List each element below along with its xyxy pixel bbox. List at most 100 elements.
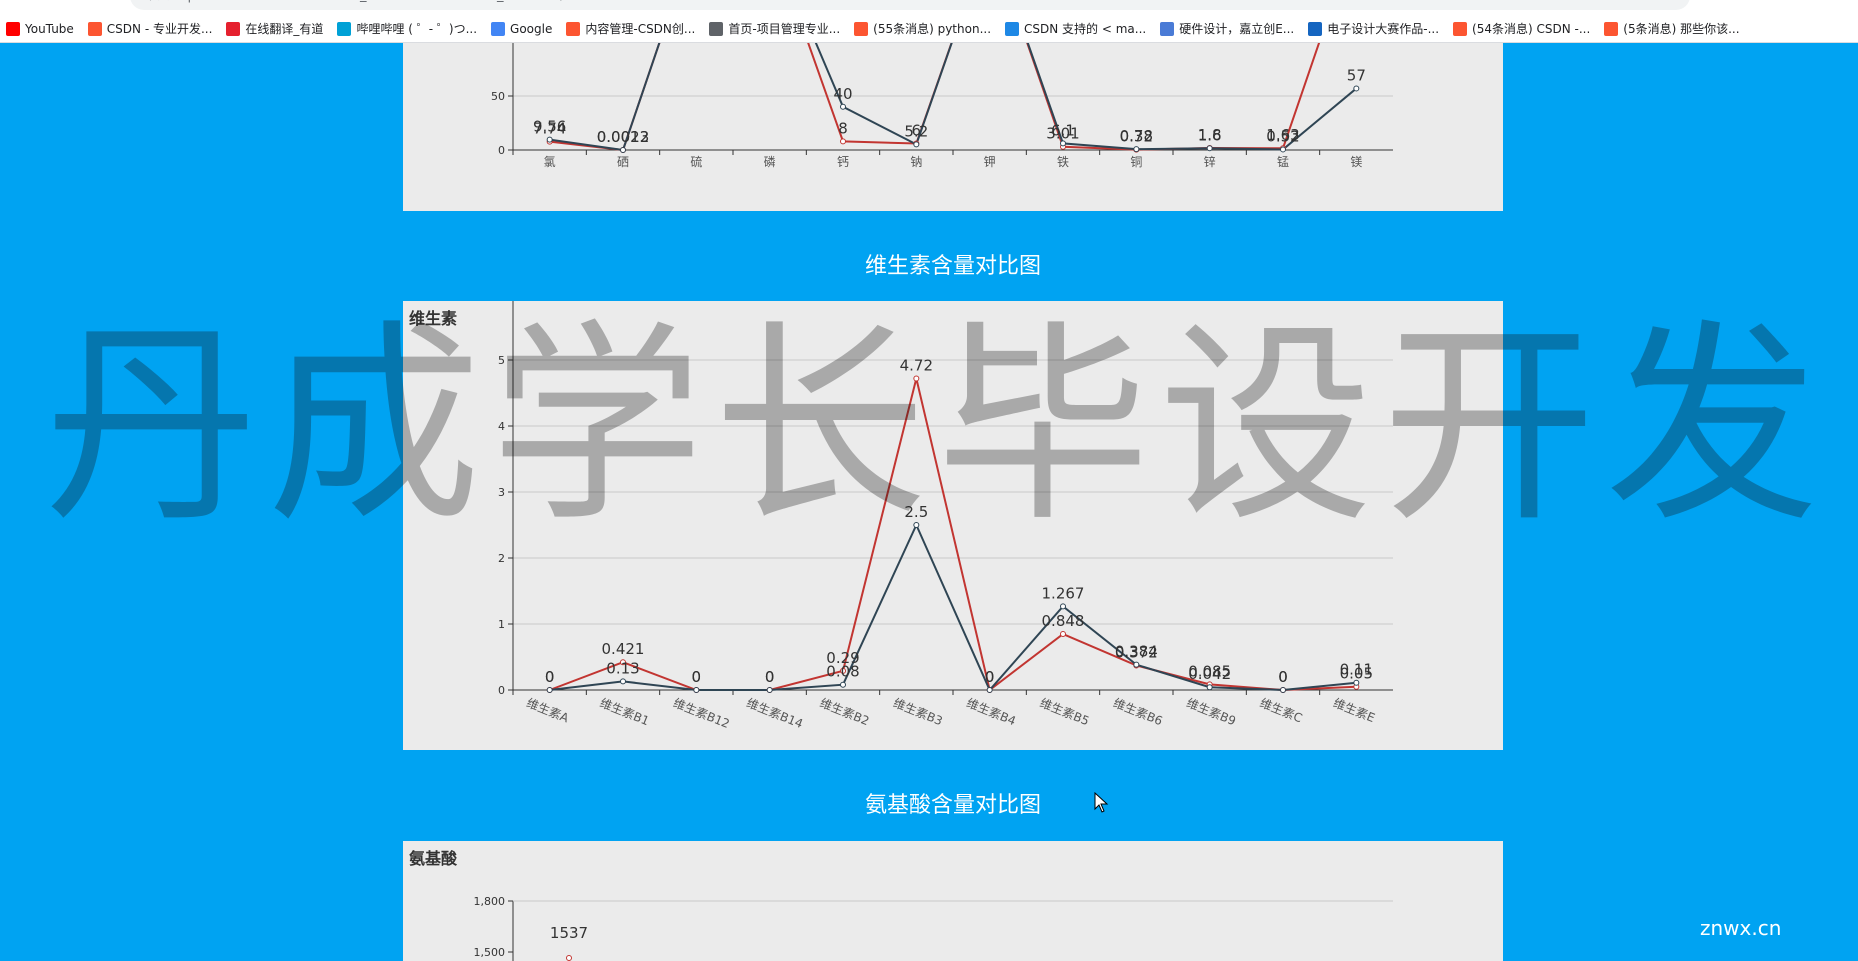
y-tick-label: 1 — [498, 618, 505, 631]
browser-chrome: ← → ⟳ ⌂ 不安全 | 192.168.1.2:8081/#/food_co… — [0, 0, 1858, 43]
data-point — [546, 687, 553, 693]
bookmark-label: 哔哩哔哩 ( ゜- ゜)つ... — [356, 22, 478, 36]
home-icon[interactable]: ⌂ — [100, 0, 109, 4]
address-bar[interactable]: 不安全 | 192.168.1.2:8081/#/food_contrast/r… — [130, 0, 1690, 10]
x-tick-label: 维生素E — [1331, 696, 1377, 725]
amino-acid-chart: 1,500 1,800 1537 — [474, 895, 1393, 961]
data-label: 0.0022 — [597, 128, 650, 146]
data-point — [1060, 140, 1066, 147]
forward-icon[interactable]: → — [40, 0, 52, 4]
bookmark-item[interactable]: (54条消息) CSDN -... — [1453, 20, 1590, 37]
x-tick-label: 维生素B4 — [965, 696, 1018, 728]
x-tick-label: 镁 — [1350, 155, 1362, 169]
data-point — [1060, 603, 1066, 610]
google-icon — [491, 21, 506, 36]
amino-acid-section-title: 氨基酸含量对比图 — [864, 793, 1041, 818]
data-label: 0.11 — [1340, 661, 1373, 679]
x-tick-label: 维生素B12 — [671, 696, 731, 731]
bookmark-label: YouTube — [25, 21, 74, 36]
x-tick-label: 铁 — [1057, 155, 1069, 169]
data-label: 0.042 — [1188, 665, 1231, 683]
csdn-icon — [1453, 21, 1468, 36]
vitamin-chart: 0 1 2 3 4 5 维生素A 维生素B1 维生素B12 维生素B14 维生素B2 维生素B3 维生素… — [498, 301, 1393, 731]
x-tick-label: 维生素B2 — [818, 696, 871, 728]
bookmark-item[interactable]: 在线翻译_有道 — [226, 20, 323, 37]
x-tick-label: 锰 — [1277, 154, 1289, 169]
x-tick-label: 维生素C — [1258, 696, 1304, 726]
data-point — [693, 687, 700, 693]
x-tick-label: 钙 — [837, 155, 849, 169]
data-label: 0 — [1278, 668, 1288, 686]
y-tick-label: 1,800 — [474, 895, 506, 908]
data-point — [840, 681, 846, 688]
data-point — [1206, 684, 1213, 691]
data-point — [1206, 145, 1213, 152]
data-point — [1280, 146, 1286, 153]
bookmark-item[interactable]: CSDN - 专业开发... — [87, 20, 213, 37]
data-label: 6.1 — [1051, 121, 1075, 139]
y-tick-label: 3 — [498, 486, 505, 499]
bookmark-item[interactable]: (5条消息) 那些你该... — [1604, 20, 1740, 37]
data-label: 0.848 — [1042, 612, 1085, 630]
x-tick-label: 氯 — [544, 155, 556, 169]
site-mark: znwx.cn — [1700, 916, 1782, 940]
data-label: 0 — [985, 668, 995, 686]
x-tick-label: 维生素B1 — [598, 696, 651, 728]
data-label: 0.421 — [602, 640, 645, 658]
bookmark-item[interactable]: CSDN 支持的 < ma... — [1005, 20, 1146, 37]
data-point — [620, 146, 626, 153]
bookmark-label: 首页-项目管理专业... — [728, 22, 841, 36]
bookmark-item[interactable]: 首页-项目管理专业... — [709, 20, 840, 37]
bookmark-item[interactable]: 哔哩哔哩 ( ゜- ゜)つ... — [337, 20, 477, 37]
bookmark-item[interactable]: (55条消息) python... — [854, 20, 991, 37]
data-point — [1133, 146, 1140, 153]
youdao-icon — [226, 21, 241, 36]
minerals-chart-panel: 050氯硒硫磷钙钠钾铁铜锌锰镁7.740.0013200200862003.01… — [403, 42, 1503, 211]
series-line — [549, 378, 1357, 692]
mouse-cursor-icon — [1094, 792, 1109, 813]
y-tick-label: 2 — [498, 552, 505, 565]
series-line — [549, 522, 1357, 692]
minerals-chart: 050氯硒硫磷钙钠钾铁铜锌锰镁7.740.0013200200862003.01… — [491, 42, 1393, 169]
bookmark-item[interactable]: 电子设计大赛作品-... — [1308, 20, 1439, 37]
data-point — [566, 955, 572, 961]
x-tick-label: 维生素A — [525, 696, 572, 726]
data-label: 57 — [1347, 66, 1366, 84]
data-label: 4.72 — [900, 356, 933, 374]
reload-icon[interactable]: ⟳ — [70, 0, 82, 4]
bookmark-label: CSDN 支持的 < ma... — [1024, 22, 1147, 36]
data-point — [1060, 631, 1066, 638]
data-label: 9.56 — [533, 118, 566, 136]
data-point — [840, 138, 846, 145]
y-tick-label: 0 — [498, 144, 505, 157]
bookmark-label: 在线翻译_有道 — [245, 22, 324, 36]
x-tick-label: 硒 — [617, 155, 629, 169]
data-point — [1353, 85, 1360, 92]
data-point — [620, 678, 626, 685]
data-point — [766, 687, 773, 693]
data-label: 2.5 — [904, 503, 928, 521]
y-tick-label: 50 — [491, 90, 505, 103]
data-label: 0.08 — [826, 663, 859, 681]
data-label: 0 — [765, 668, 775, 686]
data-point — [1353, 679, 1360, 686]
x-tick-label: 钾 — [984, 155, 996, 169]
csdn-icon — [854, 21, 869, 36]
bookmark-item[interactable]: YouTube — [6, 20, 74, 37]
address-row: ← → ⟳ ⌂ 不安全 | 192.168.1.2:8081/#/food_co… — [0, 0, 1858, 12]
data-point — [986, 687, 993, 693]
bookmark-label: CSDN - 专业开发... — [106, 22, 213, 36]
back-icon[interactable]: ← — [10, 0, 22, 4]
bookmark-label: (55条消息) python... — [873, 22, 992, 36]
data-label: 0 — [692, 668, 702, 686]
cloud-icon — [1005, 21, 1020, 36]
x-tick-label: 硫 — [690, 154, 702, 169]
x-tick-label: 维生素B9 — [1185, 696, 1238, 728]
data-point — [913, 522, 920, 528]
bookmark-item[interactable]: Google — [491, 20, 552, 37]
x-tick-label: 钠 — [910, 154, 922, 169]
data-point — [546, 136, 553, 143]
bookmark-item[interactable]: 内容管理-CSDN创... — [566, 20, 695, 37]
bookmark-item[interactable]: 硬件设计，嘉立创E... — [1160, 20, 1294, 37]
bookmarks-bar: YouTube CSDN - 专业开发... 在线翻译_有道 哔哩哔哩 ( ゜- ゜)… — [6, 20, 1740, 37]
